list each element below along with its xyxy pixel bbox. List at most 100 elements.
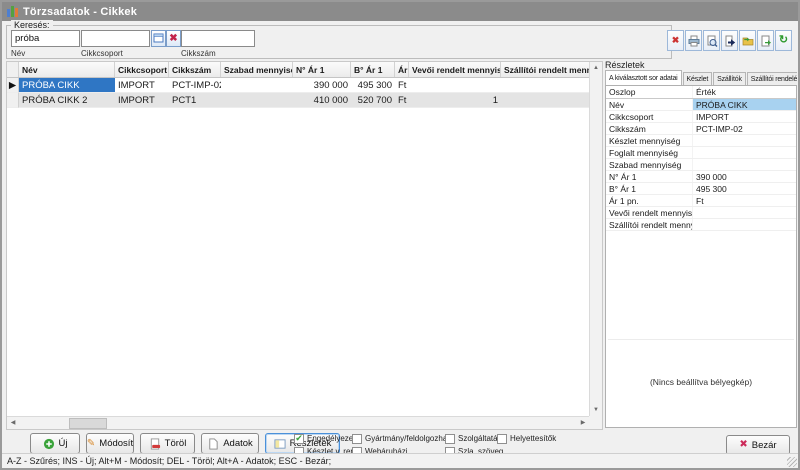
grid-header-cikkcsoport[interactable]: Cikkcsoport [115, 62, 169, 77]
grid-row[interactable]: PRÓBA CIKK 2 IMPORT PCT1 410 000 520 700… [7, 93, 591, 108]
detail-value[interactable]: IMPORT [692, 111, 796, 122]
edit-button[interactable]: ✎ Módosít [86, 433, 134, 454]
detail-row[interactable]: Foglalt mennyiség [606, 147, 796, 159]
cell-bar1[interactable]: 495 300 [351, 78, 395, 93]
grid-header-bar1[interactable]: B° Ár 1 [351, 62, 395, 77]
grid-header-szabad[interactable]: Szabad mennyiség [221, 62, 293, 77]
export-data-button[interactable] [721, 30, 738, 51]
group-lookup-button[interactable] [151, 30, 166, 47]
tab-keszlet[interactable]: Készlet [683, 72, 713, 85]
grid-header-ar[interactable]: Ár [395, 62, 409, 77]
detail-row[interactable]: B° Ár 1 495 300 [606, 183, 796, 195]
flag-label: Szolgáltatás [458, 434, 502, 443]
detail-row[interactable]: Készlet mennyiség [606, 135, 796, 147]
cell-cikkszam[interactable]: PCT1 [169, 93, 221, 108]
scroll-right-icon[interactable]: ▶ [577, 417, 589, 429]
grid-header-marker [7, 62, 19, 77]
cell-ar[interactable]: Ft [395, 93, 409, 108]
detail-value[interactable]: PCT-IMP-02 [692, 123, 796, 134]
cell-nev[interactable]: PRÓBA CIKK 2 [19, 93, 115, 108]
tab-selected-row-data[interactable]: A kiválasztott sor adatai [605, 70, 682, 85]
detail-row[interactable]: Cikkszám PCT-IMP-02 [606, 123, 796, 135]
folder-icon [742, 35, 754, 47]
cell-vevoi[interactable] [409, 78, 501, 93]
detail-label: Foglalt mennyiség [606, 147, 692, 158]
cell-ar[interactable]: Ft [395, 78, 409, 93]
search-name-input[interactable] [11, 30, 80, 47]
delete-button[interactable]: Töröl [140, 433, 195, 454]
detail-row[interactable]: N° Ár 1 390 000 [606, 171, 796, 183]
scroll-left-icon[interactable]: ◀ [7, 417, 19, 429]
cell-szabad[interactable] [221, 78, 293, 93]
cell-bar1[interactable]: 520 700 [351, 93, 395, 108]
detail-value[interactable] [692, 159, 796, 170]
flag-gyartmany[interactable]: Gyártmány/feldolgozható [352, 433, 445, 444]
cell-szallitoi[interactable] [501, 93, 591, 108]
print-preview-button[interactable] [703, 30, 720, 51]
grid-horizontal-scrollbar[interactable]: ◀ ▶ [7, 416, 589, 429]
detail-value[interactable] [692, 147, 796, 158]
search-group-input[interactable] [81, 30, 150, 47]
detail-value[interactable] [692, 219, 796, 230]
grid-row-selected[interactable]: ▶ PRÓBA CIKK IMPORT PCT-IMP-02 390 000 4… [7, 78, 591, 93]
search-sku-input[interactable] [181, 30, 255, 47]
flag-szolgaltatas[interactable]: Szolgáltatás [445, 433, 497, 444]
grid-header-vevoi[interactable]: Vevői rendelt mennyiség [409, 62, 501, 77]
grid-header-szallitoi[interactable]: Szállítói rendelt mennyiség [501, 62, 591, 77]
tab-szallitok[interactable]: Szállítók [713, 72, 746, 85]
grid-vertical-scrollbar[interactable]: ▲ ▼ [589, 62, 602, 416]
print-button[interactable] [685, 30, 702, 51]
refresh-button[interactable]: ↻ [775, 30, 792, 51]
edit-label: Módosít [99, 438, 133, 449]
data-button[interactable]: Adatok [201, 433, 259, 454]
panel-columns-icon [274, 438, 286, 450]
cell-cikkcsoport[interactable]: IMPORT [115, 93, 169, 108]
detail-value[interactable]: 495 300 [692, 183, 796, 194]
checkbox-helyettesitok[interactable] [497, 434, 507, 444]
checkbox-gyartmany[interactable] [352, 434, 362, 444]
close-label: Bezár [752, 440, 777, 451]
cancel-button[interactable]: ✖ [667, 30, 684, 51]
cell-nar1[interactable]: 390 000 [293, 78, 351, 93]
detail-row[interactable]: Szabad mennyiség [606, 159, 796, 171]
cell-nar1[interactable]: 410 000 [293, 93, 351, 108]
detail-row[interactable]: Vevői rendelt mennyiség [606, 207, 796, 219]
detail-row[interactable]: Név PRÓBA CIKK [606, 99, 796, 111]
checkbox-szolgaltatas[interactable] [445, 434, 455, 444]
grid-header-nar1[interactable]: N° Ár 1 [293, 62, 351, 77]
tab-szallitoi-rendelesek[interactable]: Szállítói rendelések [747, 72, 797, 85]
grid-header-nev[interactable]: Név [19, 62, 115, 77]
detail-value[interactable]: Ft [692, 195, 796, 206]
detail-value[interactable] [692, 135, 796, 146]
resize-grip-icon[interactable] [787, 457, 797, 467]
new-button[interactable]: Új [30, 433, 80, 454]
detail-label: Készlet mennyiség [606, 135, 692, 146]
detail-label: Szabad mennyiség [606, 159, 692, 170]
open-folder-button[interactable] [739, 30, 756, 51]
flag-engedelyezett[interactable]: Engedélyezett [294, 433, 352, 444]
grid-header-cikkszam[interactable]: Cikkszám [169, 62, 221, 77]
detail-value[interactable] [692, 207, 796, 218]
scroll-up-icon[interactable]: ▲ [590, 62, 602, 74]
detail-row[interactable]: Ár 1 pn. Ft [606, 195, 796, 207]
cell-szallitoi[interactable] [501, 78, 591, 93]
flag-helyettesitok[interactable]: Helyettesítők [497, 433, 567, 444]
articles-grid: Név Cikkcsoport Cikkszám Szabad mennyisé… [6, 61, 603, 430]
detail-row[interactable]: Cikkcsoport IMPORT [606, 111, 796, 123]
app-icon [7, 6, 18, 17]
detail-row[interactable]: Szállítói rendelt mennyiség [606, 219, 796, 231]
detail-value[interactable]: 390 000 [692, 171, 796, 182]
group-clear-button[interactable]: ✖ [166, 30, 181, 47]
cell-cikkszam[interactable]: PCT-IMP-02 [169, 78, 221, 93]
cell-szabad[interactable] [221, 93, 293, 108]
checkbox-engedelyezett[interactable] [294, 434, 304, 444]
scroll-down-icon[interactable]: ▼ [590, 404, 602, 416]
close-button[interactable]: ✖ Bezár [726, 435, 790, 455]
cell-cikkcsoport[interactable]: IMPORT [115, 78, 169, 93]
detail-value-selected[interactable]: PRÓBA CIKK [692, 99, 796, 110]
export-file-button[interactable] [757, 30, 774, 51]
cell-nev[interactable]: PRÓBA CIKK [19, 78, 115, 93]
scrollbar-thumb[interactable] [69, 418, 107, 429]
printer-icon [688, 35, 700, 47]
cell-vevoi[interactable]: 1 [409, 93, 501, 108]
